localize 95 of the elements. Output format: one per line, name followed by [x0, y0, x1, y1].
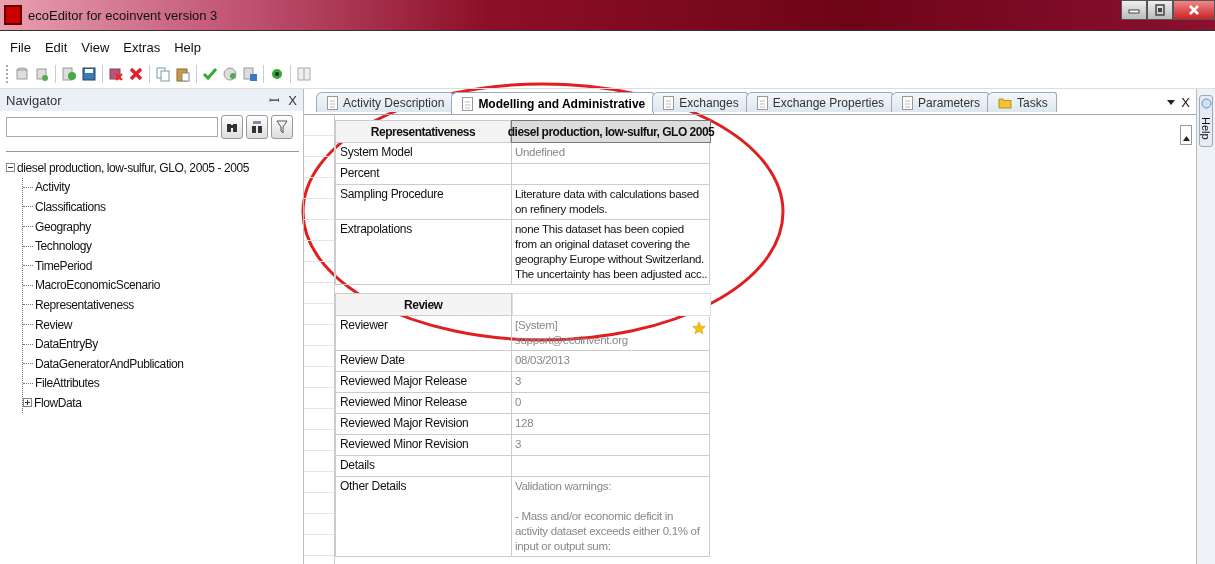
tab[interactable]: Exchanges	[652, 92, 748, 112]
search-field[interactable]	[6, 117, 218, 137]
tab[interactable]: Exchange Properties	[745, 92, 894, 112]
field-label: Extrapolations	[335, 220, 512, 285]
close-button[interactable]	[1173, 0, 1215, 20]
database-icon	[34, 66, 50, 82]
minimize-icon	[1128, 6, 1140, 14]
minimize-button[interactable]	[1121, 0, 1147, 20]
tab[interactable]: Modelling and Administrative	[451, 92, 655, 114]
field-label: System Model	[335, 143, 512, 164]
document-icon	[902, 95, 914, 110]
field-value: 128	[512, 414, 710, 435]
field-label: Reviewer	[335, 316, 512, 351]
field-label: Percent	[335, 164, 512, 185]
menu-item[interactable]: File	[10, 40, 31, 57]
field-label: Details	[335, 456, 512, 477]
find-next-button[interactable]	[246, 115, 268, 139]
copy-icon	[155, 66, 171, 82]
delete-button[interactable]	[107, 65, 125, 83]
window-title: ecoEditor for ecoinvent version 3	[28, 7, 218, 23]
menu-item[interactable]: Help	[174, 40, 201, 57]
help-tab[interactable]: Help	[1199, 95, 1213, 147]
document-icon	[756, 95, 768, 110]
tree-item[interactable]: FlowData	[34, 395, 82, 410]
tree-item[interactable]: diesel production, low-sulfur, GLO, 2005 - 2005	[17, 160, 249, 175]
pin-button[interactable]: ꟷ	[269, 91, 281, 109]
tab[interactable]: Activity Description	[316, 92, 454, 112]
database-icon	[14, 66, 30, 82]
field-label: Other Details	[335, 477, 512, 557]
tab[interactable]: Tasks	[987, 92, 1057, 112]
paste-icon	[175, 66, 191, 82]
tree-item[interactable]: Technology	[35, 239, 92, 254]
tree-item[interactable]: Representativeness	[35, 297, 134, 312]
field-value: none This dataset has been copied from an original dataset covering the geography Europe without Switzerland. The uncertainty has been adjusted acc..	[512, 220, 710, 285]
paste-button[interactable]	[174, 65, 192, 83]
save-icon	[242, 66, 258, 82]
tree-item[interactable]: FileAttributes	[35, 376, 100, 391]
tree-item[interactable]: DataEntryBy	[35, 337, 98, 352]
expand-icon[interactable]	[23, 398, 32, 408]
collapse-icon[interactable]	[6, 163, 15, 173]
help-icon	[1200, 98, 1212, 109]
field-value: 08/03/2013	[512, 351, 710, 372]
field-label: Sampling Procedure	[335, 185, 512, 220]
find-button[interactable]	[221, 115, 243, 139]
close-panel-button[interactable]: X	[288, 92, 297, 108]
tree-item[interactable]: Geography	[35, 219, 91, 234]
save-button[interactable]	[80, 65, 98, 83]
field-value: Undefined	[512, 143, 710, 164]
tree-item[interactable]: Review	[35, 317, 72, 332]
scroll-up-icon[interactable]	[1182, 136, 1190, 141]
field-label: Reviewed Major Release	[335, 372, 512, 393]
tree-item[interactable]: Classifications	[35, 200, 106, 214]
document-icon	[663, 95, 675, 110]
delete-icon	[108, 66, 124, 82]
delete-icon	[128, 66, 144, 82]
field-value: 0	[512, 393, 710, 414]
binoculars-icon	[251, 120, 263, 134]
toolbar-grip[interactable]	[6, 65, 11, 83]
field-label: Review Date	[335, 351, 512, 372]
field-value: 3	[512, 372, 710, 393]
tree-item[interactable]: MacroEconomicScenario	[35, 278, 160, 293]
save-button[interactable]	[241, 65, 259, 83]
field-label: Reviewed Minor Revision	[335, 435, 512, 456]
save-icon	[81, 66, 97, 82]
close-icon	[1188, 4, 1200, 16]
folder-icon	[998, 96, 1013, 109]
close-tab-button[interactable]: X	[1181, 95, 1190, 110]
menu-item[interactable]: Edit	[44, 40, 68, 57]
tree-item[interactable]: Activity	[35, 180, 70, 195]
document-icon	[462, 96, 474, 111]
database-button[interactable]	[33, 65, 51, 83]
field-label: Reviewed Minor Release	[335, 393, 512, 414]
field-label: Reviewed Major Revision	[335, 414, 512, 435]
document-icon	[327, 95, 338, 110]
field-value: 3	[512, 435, 710, 456]
binoculars-icon	[226, 121, 238, 133]
tree-item[interactable]: TimePeriod	[35, 258, 92, 273]
check-icon	[202, 66, 218, 82]
dropdown-icon[interactable]	[1167, 100, 1176, 106]
scroll-bar[interactable]	[1180, 125, 1192, 145]
restore-icon	[1154, 4, 1166, 16]
panel-icon	[296, 66, 312, 82]
tree-item[interactable]: DataGeneratorAndPublication	[35, 356, 184, 371]
panel-title: Navigator	[6, 92, 62, 108]
filter-icon	[276, 120, 288, 134]
field-value: Validation warnings: - Mass and/or economic deficit in activity dataset exceeds either 0.1% of input or output sum:	[512, 477, 710, 557]
section-header: Review	[335, 293, 512, 316]
menu-item[interactable]: View	[81, 40, 110, 57]
check-button[interactable]	[201, 65, 219, 83]
menu-item[interactable]: Extras	[123, 40, 161, 57]
delete-button[interactable]	[127, 65, 145, 83]
app-icon	[4, 5, 22, 25]
field-value: Literature data with calculations based on refinery models.	[512, 185, 710, 220]
restore-button[interactable]	[1147, 0, 1173, 20]
tab[interactable]: Parameters	[891, 92, 990, 112]
